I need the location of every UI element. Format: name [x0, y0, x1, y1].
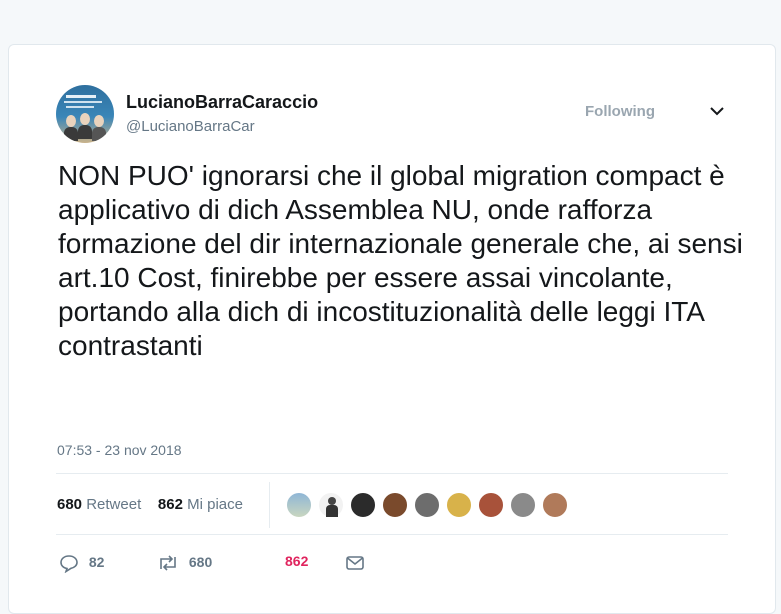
stats-separator — [269, 482, 270, 528]
retweet-stat[interactable]: 680 Retweet — [57, 496, 141, 513]
avatar[interactable] — [56, 85, 114, 143]
like-count: 862 — [285, 553, 309, 569]
liker-avatar[interactable] — [285, 491, 313, 519]
reply-icon — [60, 555, 78, 574]
liker-avatar[interactable] — [413, 491, 441, 519]
author-handle[interactable]: @LucianoBarraCar — [126, 118, 255, 135]
liker-avatar[interactable] — [317, 491, 345, 519]
like-stat[interactable]: 862 Mi piace — [158, 496, 243, 513]
following-button[interactable]: Following — [585, 103, 655, 120]
message-button[interactable] — [345, 553, 365, 573]
tweet-card: LucianoBarraCaraccio @LucianoBarraCar Fo… — [8, 44, 776, 614]
engagement-stats: 680 Retweet 862 Mi piace — [57, 496, 243, 513]
reply-count: 82 — [88, 553, 105, 570]
liker-avatar[interactable] — [509, 491, 537, 519]
liker-avatar[interactable] — [349, 491, 377, 519]
retweet-count: 680 — [188, 553, 213, 570]
liker-avatar[interactable] — [381, 491, 409, 519]
message-icon — [346, 556, 364, 570]
author-name[interactable]: LucianoBarraCaraccio — [126, 92, 318, 113]
tweet-text: NON PUO' ignorarsi che il global migrati… — [58, 160, 743, 361]
chevron-down-icon[interactable] — [709, 103, 725, 119]
liker-avatar[interactable] — [541, 491, 569, 519]
reply-button[interactable]: 82 — [59, 553, 105, 574]
retweet-button[interactable]: 680 — [157, 553, 212, 573]
divider — [56, 534, 728, 535]
liker-avatar[interactable] — [445, 491, 473, 519]
liker-avatar[interactable] — [477, 491, 505, 519]
like-button[interactable]: 862 — [285, 553, 308, 569]
retweet-icon — [160, 555, 176, 571]
divider — [56, 473, 728, 474]
tweet-timestamp[interactable]: 07:53 - 23 nov 2018 — [57, 442, 182, 458]
